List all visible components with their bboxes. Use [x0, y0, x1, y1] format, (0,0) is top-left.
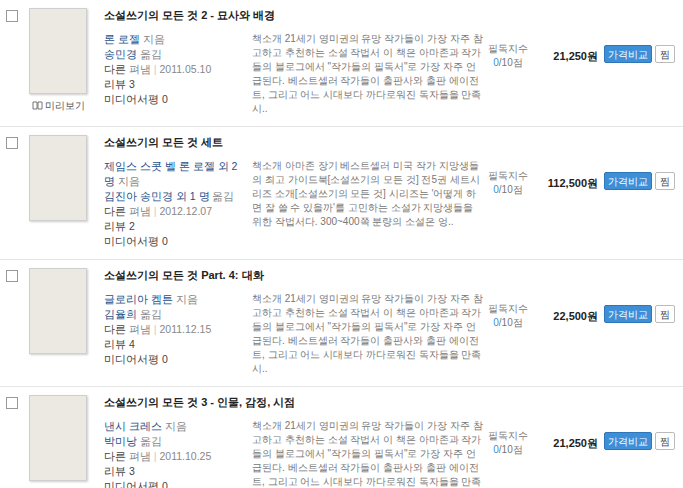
score: 필독지수0/10점	[484, 8, 532, 70]
compare-button[interactable]: 가격비교	[604, 432, 652, 450]
score: 필독지수0/10점	[484, 135, 532, 197]
book-description: 책소개 21세기 영미권의 유망 작가들이 가장 자주 참고하고 추천하는 소설…	[252, 32, 484, 116]
book-cover[interactable]	[29, 395, 87, 481]
price: 112,500원	[532, 135, 598, 192]
book-meta: 낸시 크레스 지음박미낭 옮김다른 펴냄 | 2011.10.25리뷰 3미디어…	[104, 419, 244, 488]
book-icon	[32, 101, 43, 110]
book-cover[interactable]	[29, 8, 87, 94]
book-meta: 론 로젤 지음송민경 옮김다른 펴냄 | 2011.05.10리뷰 3미디어서평…	[104, 32, 244, 116]
row-checkbox[interactable]	[6, 10, 18, 22]
book-cover[interactable]	[29, 268, 87, 354]
score: 필독지수0/10점	[484, 395, 532, 457]
book-title[interactable]: 소설쓰기의 모든 것 2 - 묘사와 배경	[104, 8, 484, 22]
preview-link[interactable]: 미리보기	[32, 98, 85, 113]
book-row: 소설쓰기의 모든 것 Part. 4: 대화글로리아 켐튼 지음김율희 옮김다른…	[0, 260, 683, 387]
row-checkbox[interactable]	[6, 270, 18, 282]
book-row: 소설쓰기의 모든 것 3 - 인물, 감정, 시점낸시 크레스 지음박미낭 옮김…	[0, 387, 683, 488]
book-row: 미리보기 소설쓰기의 모든 것 2 - 묘사와 배경론 로젤 지음송민경 옮김다른…	[0, 0, 683, 127]
wish-button[interactable]: 찜	[655, 305, 675, 323]
wish-button[interactable]: 찜	[655, 172, 675, 190]
book-cover[interactable]	[29, 135, 87, 221]
price: 21,250원	[532, 8, 598, 65]
book-description: 책소개 21세기 영미권의 유망 작가들이 가장 자주 참고하고 추천하는 소설…	[252, 292, 484, 376]
book-list: 미리보기 소설쓰기의 모든 것 2 - 묘사와 배경론 로젤 지음송민경 옮김다른…	[0, 0, 683, 488]
score: 필독지수0/10점	[484, 268, 532, 330]
book-description: 책소개 아마존 장기 베스트셀러 미국 작가 지망생들의 최고 가이드북[소설쓰…	[252, 159, 484, 249]
book-row: 소설쓰기의 모든 것 세트제임스 스콧 벨 론 로젤 외 2 명 지음김진아 송…	[0, 127, 683, 260]
wish-button[interactable]: 찜	[655, 45, 675, 63]
price: 22,500원	[532, 268, 598, 325]
book-title[interactable]: 소설쓰기의 모든 것 3 - 인물, 감정, 시점	[104, 395, 484, 409]
book-description: 책소개 21세기 영미권의 유망 작가들이 가장 자주 참고하고 추천하는 소설…	[252, 419, 484, 488]
wish-button[interactable]: 찜	[655, 432, 675, 450]
book-title[interactable]: 소설쓰기의 모든 것 Part. 4: 대화	[104, 268, 484, 282]
price: 21,250원	[532, 395, 598, 452]
book-title[interactable]: 소설쓰기의 모든 것 세트	[104, 135, 484, 149]
book-meta: 제임스 스콧 벨 론 로젤 외 2 명 지음김진아 송민경 외 1 명 옮김다른…	[104, 159, 244, 249]
row-checkbox[interactable]	[6, 137, 18, 149]
book-meta: 글로리아 켐튼 지음김율희 옮김다른 펴냄 | 2011.12.15리뷰 4미디…	[104, 292, 244, 376]
compare-button[interactable]: 가격비교	[604, 305, 652, 323]
row-checkbox[interactable]	[6, 397, 18, 409]
compare-button[interactable]: 가격비교	[604, 45, 652, 63]
compare-button[interactable]: 가격비교	[604, 172, 652, 190]
